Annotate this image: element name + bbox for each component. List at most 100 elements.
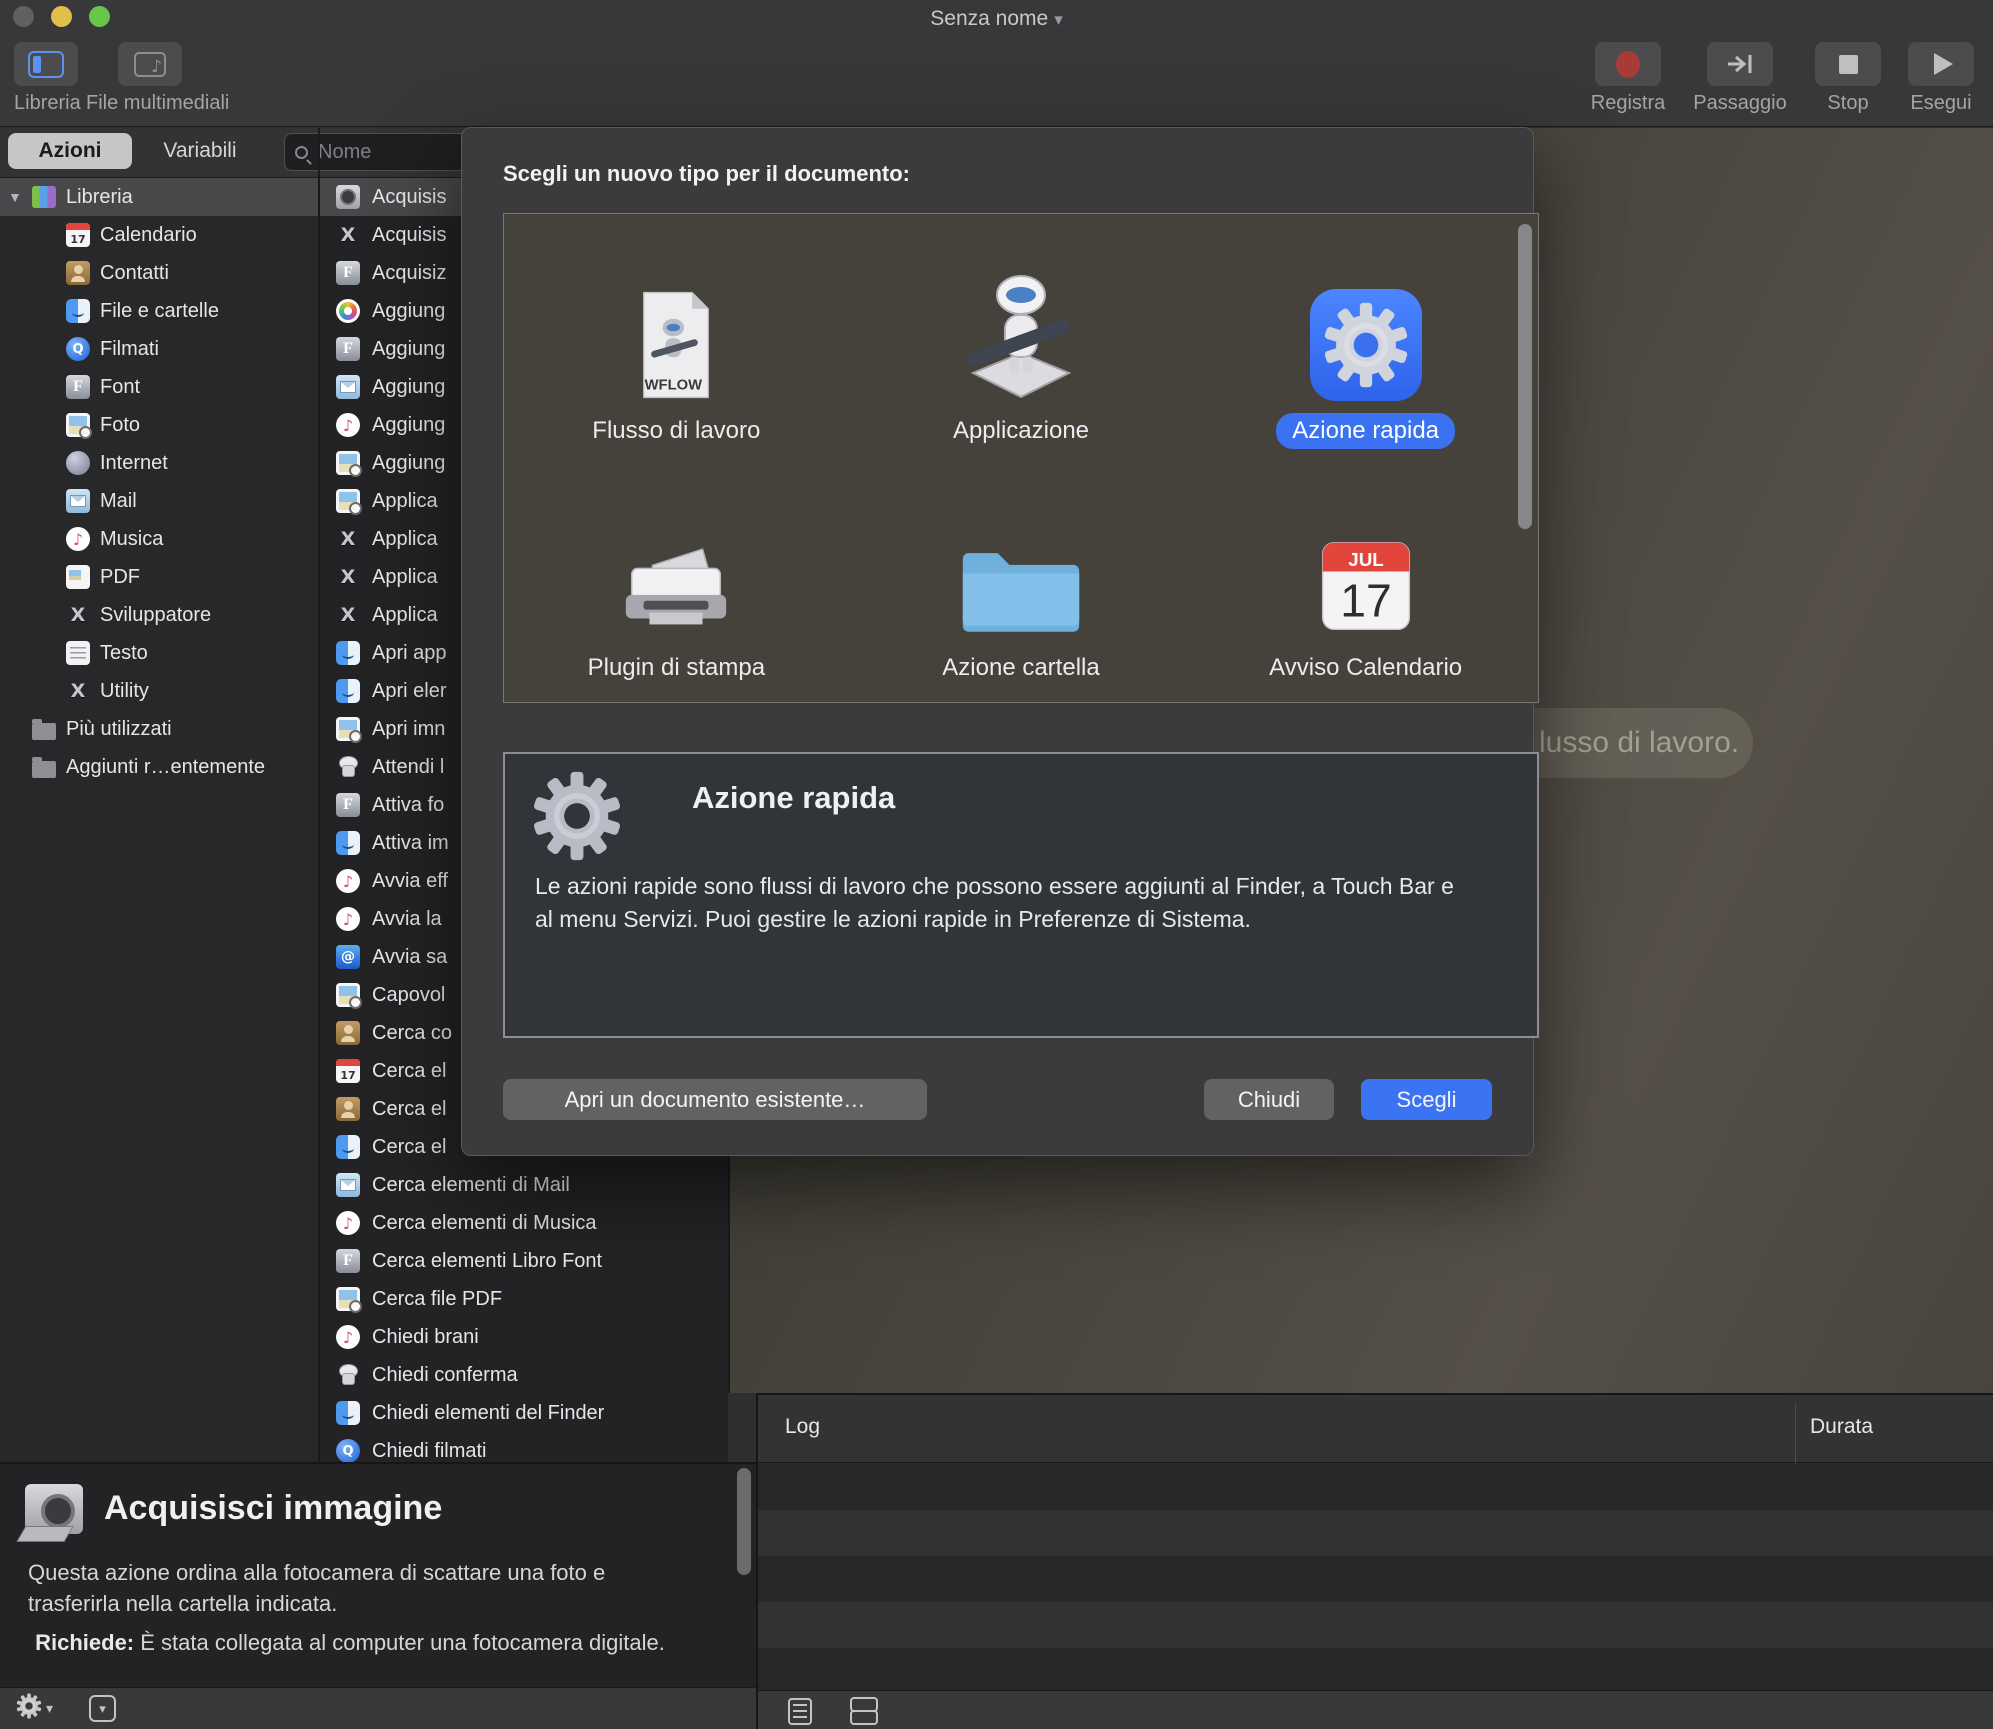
- sidebar-item[interactable]: ▼ Contatti: [0, 254, 318, 292]
- action-list-item[interactable]: Chiedi conferma: [320, 1356, 728, 1394]
- document-type-icon: JUL17: [1314, 488, 1418, 638]
- action-item-icon: [336, 1439, 360, 1462]
- action-detail-description: Questa azione ordina alla fotocamera di …: [28, 1557, 668, 1619]
- action-item-icon: [336, 223, 360, 247]
- sidebar-item[interactable]: ▼ Musica: [0, 520, 318, 558]
- type-info-title: Azione rapida: [692, 780, 895, 816]
- action-item-label: Chiedi conferma: [372, 1364, 518, 1387]
- action-item-icon: [336, 907, 360, 931]
- action-item-icon: [336, 679, 360, 703]
- duration-column-header[interactable]: Durata: [1810, 1415, 1873, 1439]
- sidebar-item[interactable]: ▼ Foto: [0, 406, 318, 444]
- stop-button[interactable]: [1815, 42, 1881, 86]
- tab-variabili[interactable]: Variabili: [140, 133, 260, 169]
- record-button[interactable]: [1595, 42, 1661, 86]
- action-item-label: Cerca co: [372, 1022, 452, 1045]
- sidebar-item[interactable]: ▼ Sviluppatore: [0, 596, 318, 634]
- sidebar-item[interactable]: ▼ Calendario: [0, 216, 318, 254]
- sidebar-item[interactable]: ▼ Font: [0, 368, 318, 406]
- document-type-option[interactable]: Applicazione: [849, 222, 1194, 459]
- document-type-option[interactable]: Azione cartella: [849, 459, 1194, 696]
- action-item-icon: [336, 413, 360, 437]
- sidebar-item-icon: [66, 527, 90, 551]
- action-item-label: Avvia sa: [372, 946, 447, 969]
- action-list-item[interactable]: Chiedi elementi del Finder: [320, 1394, 728, 1432]
- run-label: Esegui: [1908, 92, 1974, 116]
- sidebar-item[interactable]: ▼ Mail: [0, 482, 318, 520]
- sidebar-item-icon: [66, 641, 90, 665]
- action-item-icon: [336, 831, 360, 855]
- actions-list-scrollbar[interactable]: [737, 1468, 751, 1575]
- action-list-item[interactable]: Cerca elementi di Mail: [320, 1166, 728, 1204]
- sidebar-item-label: Utility: [100, 680, 149, 703]
- document-type-option[interactable]: JUL17 Avviso Calendario: [1193, 459, 1538, 696]
- action-list-item[interactable]: Chiedi filmati: [320, 1432, 728, 1462]
- action-item-icon: [336, 1249, 360, 1273]
- action-item-label: Cerca elementi di Mail: [372, 1174, 570, 1197]
- choose-button[interactable]: Scegli: [1361, 1079, 1492, 1120]
- svg-text:17: 17: [1340, 574, 1391, 626]
- sidebar-item-icon: [66, 375, 90, 399]
- sidebar-item[interactable]: ▼ Più utilizzati: [0, 710, 318, 748]
- document-type-option[interactable]: Azione rapida: [1193, 222, 1538, 459]
- media-toolbar-button[interactable]: [118, 42, 182, 86]
- library-sidebar: ▼ Libreria ▼ Calendario ▼ Contatti ▼ Fil…: [0, 178, 318, 1462]
- log-view-cards-icon[interactable]: [850, 1697, 876, 1725]
- action-item-icon: [336, 945, 360, 969]
- action-list-item[interactable]: Cerca elementi di Musica: [320, 1204, 728, 1242]
- action-item-label: Attiva im: [372, 832, 449, 855]
- log-view-list-icon[interactable]: [788, 1698, 812, 1725]
- gear-menu-button[interactable]: ▾: [16, 1693, 53, 1724]
- action-item-icon: [336, 527, 360, 551]
- window-title: Senza nome▾: [0, 7, 1993, 31]
- sidebar-item[interactable]: ▼ PDF: [0, 558, 318, 596]
- sidebar-item[interactable]: ▼ Aggiunti r…entemente: [0, 748, 318, 786]
- action-item-icon: [336, 1287, 360, 1311]
- type-info-description: Le azioni rapide sono flussi di lavoro c…: [535, 870, 1475, 936]
- action-item-icon: [336, 451, 360, 475]
- sidebar-item[interactable]: ▼ Utility: [0, 672, 318, 710]
- close-dialog-button[interactable]: Chiudi: [1204, 1079, 1334, 1120]
- open-existing-document-button[interactable]: Apri un documento esistente…: [503, 1079, 927, 1120]
- sidebar-item[interactable]: ▼ File e cartelle: [0, 292, 318, 330]
- action-item-label: Cerca el: [372, 1136, 446, 1159]
- sidebar-item-icon: [66, 337, 90, 361]
- tab-azioni[interactable]: Azioni: [8, 133, 132, 169]
- sidebar-item-label: Libreria: [66, 186, 133, 209]
- document-type-label: Avviso Calendario: [1253, 650, 1478, 686]
- stop-label: Stop: [1815, 92, 1881, 116]
- grid-scrollbar-thumb[interactable]: [1518, 224, 1532, 529]
- sidebar-item-label: Font: [100, 376, 140, 399]
- panel-toggle-button[interactable]: ▾: [89, 1695, 116, 1722]
- log-panel: Log Durata: [758, 1393, 1993, 1729]
- sidebar-item[interactable]: ▼ Filmati: [0, 330, 318, 368]
- sidebar-item-icon: [66, 299, 90, 323]
- sidebar-item[interactable]: ▼ Libreria: [0, 178, 318, 216]
- action-item-label: Aggiung: [372, 452, 445, 475]
- run-button[interactable]: [1908, 42, 1974, 86]
- record-label: Registra: [1589, 92, 1667, 116]
- action-list-item[interactable]: Cerca elementi Libro Font: [320, 1242, 728, 1280]
- action-item-label: Acquisis: [372, 186, 446, 209]
- sidebar-item-label: Musica: [100, 528, 163, 551]
- action-list-item[interactable]: Chiedi brani: [320, 1318, 728, 1356]
- action-item-label: Aggiung: [372, 376, 445, 399]
- action-list-item[interactable]: Cerca file PDF: [320, 1280, 728, 1318]
- action-item-label: Applica: [372, 490, 438, 513]
- sidebar-item[interactable]: ▼ Testo: [0, 634, 318, 672]
- action-item-icon: [336, 793, 360, 817]
- document-type-option[interactable]: WFLOW Flusso di lavoro: [504, 222, 849, 459]
- document-type-option[interactable]: Plugin di stampa: [504, 459, 849, 696]
- media-icon: [134, 52, 166, 77]
- step-button[interactable]: [1707, 42, 1773, 86]
- library-toolbar-button[interactable]: [14, 42, 78, 86]
- action-item-icon: [336, 603, 360, 627]
- disclosure-triangle-icon[interactable]: ▼: [8, 189, 32, 205]
- sidebar-item[interactable]: ▼ Internet: [0, 444, 318, 482]
- action-item-label: Cerca elementi di Musica: [372, 1212, 597, 1235]
- log-column-header[interactable]: Log: [785, 1415, 820, 1439]
- action-item-icon: [336, 1363, 360, 1387]
- sidebar-item-label: Filmati: [100, 338, 159, 361]
- action-item-icon: [336, 983, 360, 1007]
- chevron-down-icon[interactable]: ▾: [1054, 10, 1063, 29]
